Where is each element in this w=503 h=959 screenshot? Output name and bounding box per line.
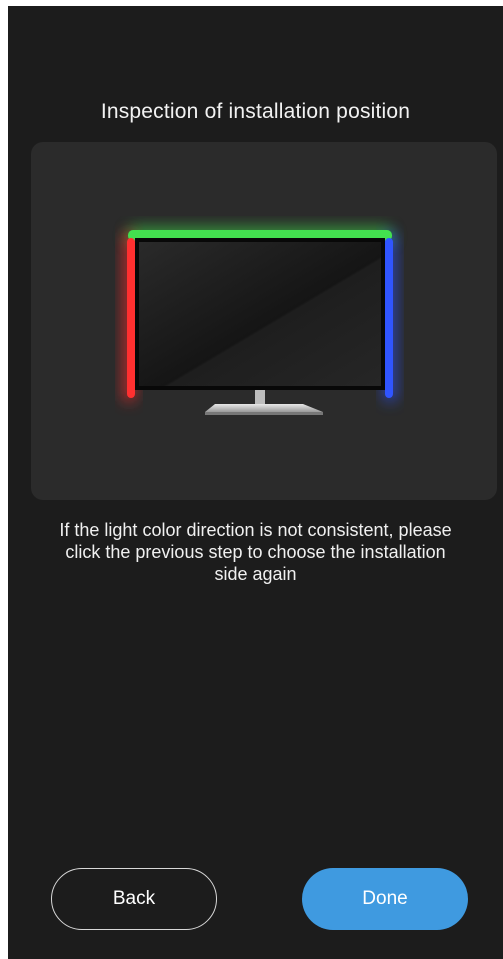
back-button[interactable]: Back — [51, 868, 217, 930]
page-title: Inspection of installation position — [100, 100, 411, 123]
done-button-label: Done — [362, 888, 408, 909]
tv-stand-base — [205, 404, 323, 412]
tv-stand-shadow — [205, 412, 323, 415]
tv-stand-neck — [255, 390, 265, 404]
left-light-strip — [127, 238, 135, 398]
back-button-label: Back — [112, 888, 156, 909]
app-screen: Inspection of installation position If t… — [8, 6, 503, 959]
done-button[interactable]: Done — [302, 868, 468, 930]
tv-ambient-light-illustration — [122, 226, 397, 415]
right-light-strip — [385, 238, 393, 398]
instruction-text: If the light color direction is not cons… — [59, 520, 452, 584]
tv-screen — [139, 242, 381, 386]
installation-preview-card — [31, 142, 497, 500]
